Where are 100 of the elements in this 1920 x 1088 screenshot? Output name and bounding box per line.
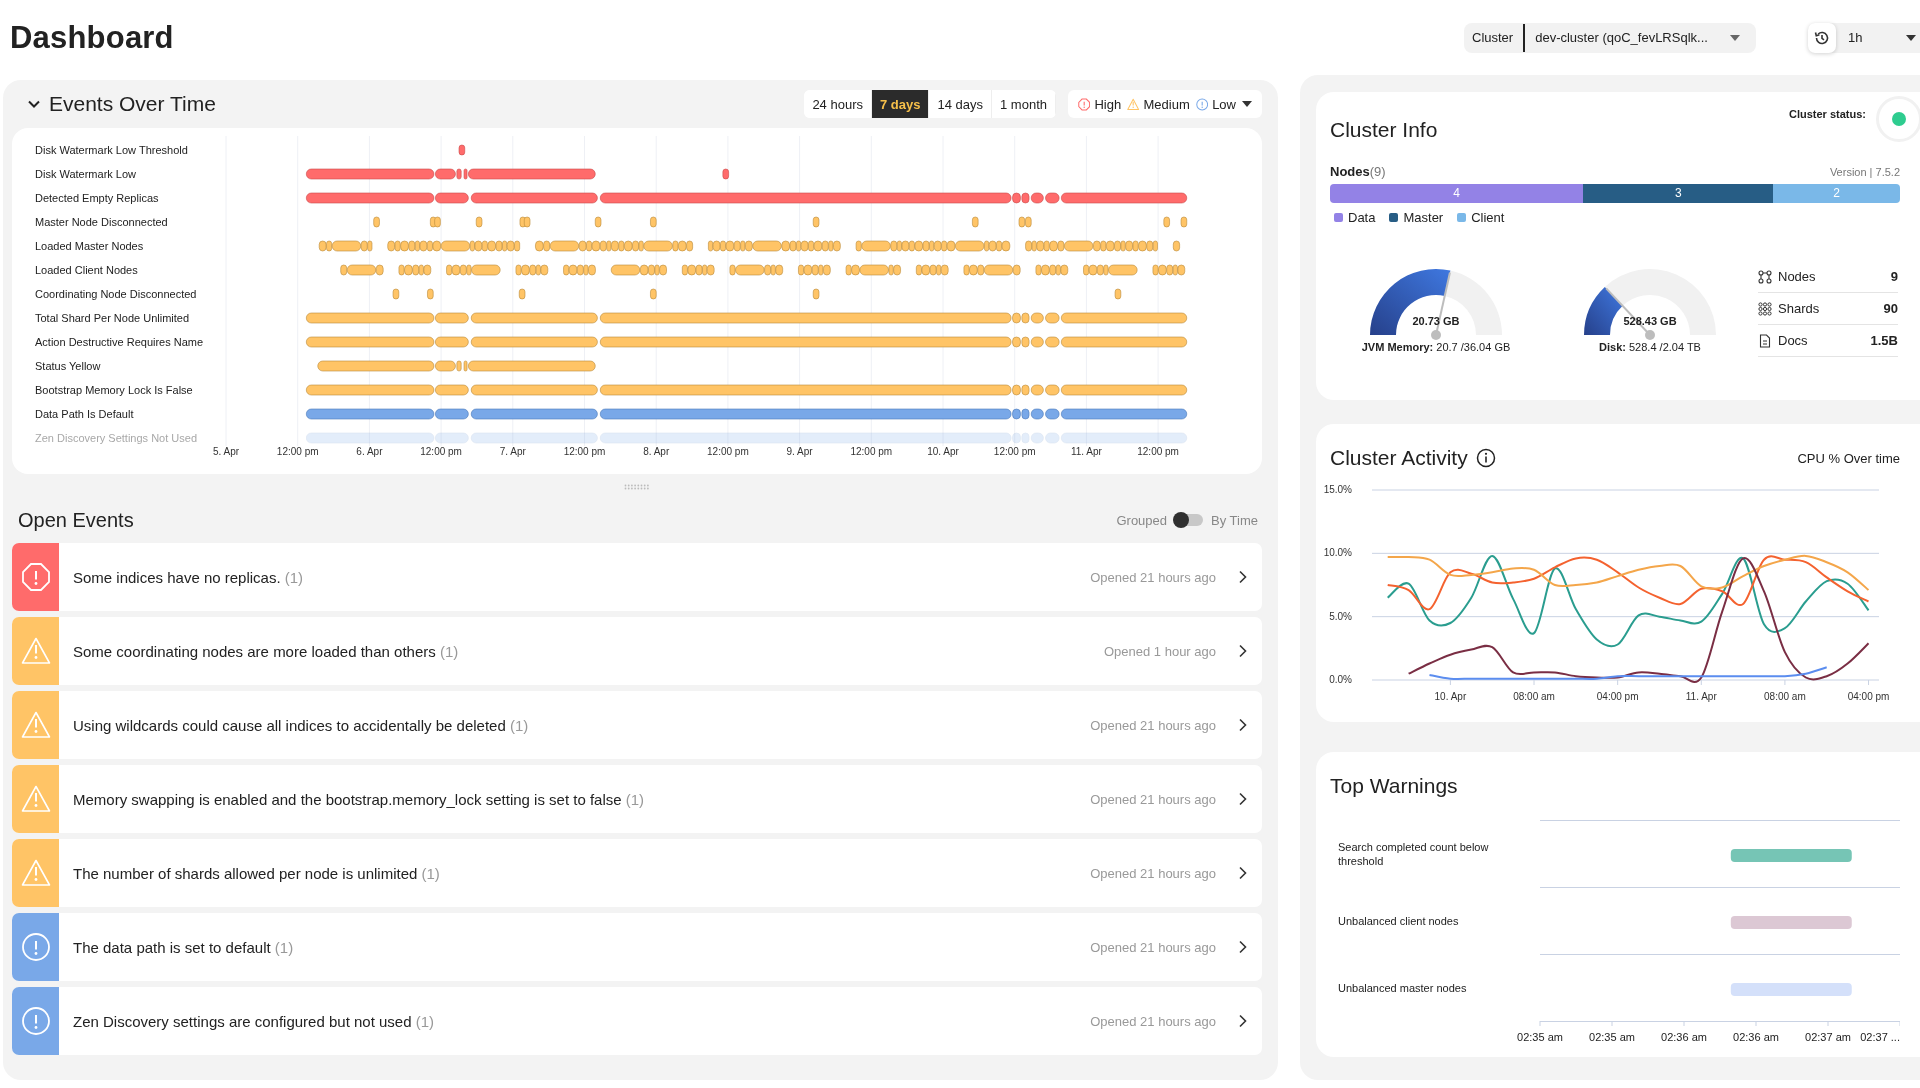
document-icon <box>1758 333 1772 348</box>
axis-label: 6. Apr <box>356 446 383 457</box>
chevron-right-icon[interactable] <box>1238 570 1248 584</box>
event-row[interactable]: Memory swapping is enabled and the bootstrap.memory_lock setting is set to false (1) Opened 21 hours ago <box>12 765 1262 833</box>
gauge-track <box>1444 270 1502 335</box>
octagon-alert-icon <box>1078 96 1091 112</box>
legend-label: Master <box>1403 210 1444 225</box>
node-bar-segment: 4 <box>1330 184 1584 203</box>
card-title: Cluster Info <box>1330 118 1439 142</box>
status-label: Cluster status: <box>1788 108 1866 120</box>
row-label: Zen Discovery Settings Not Used <box>35 431 197 446</box>
event-time: Opened 21 hours ago <box>1090 569 1216 585</box>
circle-alert-icon <box>20 932 51 962</box>
row-label: Bootstrap Memory Lock Is False <box>35 383 193 398</box>
gauge-caption: Disk: 528.4 /2.04 TB <box>1599 341 1701 353</box>
caret-icon[interactable] <box>1906 34 1916 41</box>
section-title: Events Over Time <box>49 92 216 116</box>
stat-value: 90 <box>1883 301 1898 316</box>
axis-label: 12:00 pm <box>850 446 893 457</box>
drag-handle-icon[interactable] <box>624 484 650 490</box>
nodes-icon <box>1758 269 1772 284</box>
triangle-alert-icon <box>1127 96 1140 112</box>
axis-label: 8. Apr <box>643 446 670 457</box>
event-row[interactable]: Some coordinating nodes are more loaded than others (1) Opened 1 hour ago <box>12 617 1262 685</box>
stat-value: 1.5B <box>1870 333 1898 348</box>
gauge-caption: JVM Memory: 20.7 /36.04 GB <box>1361 341 1511 353</box>
caret-icon[interactable] <box>1242 101 1252 107</box>
warning-label: Search completed count below threshold <box>1338 839 1490 869</box>
history-icon[interactable] <box>1808 22 1836 53</box>
axis-label: 5. Apr <box>212 446 240 457</box>
event-row[interactable]: Some indices have no replicas. (1) Opened 21 hours ago <box>12 543 1262 611</box>
grouping-toggle[interactable] <box>1175 514 1204 526</box>
triangle-alert-icon <box>20 784 51 814</box>
triangle-alert-icon <box>20 858 51 888</box>
axis-label: 08:00 am <box>1513 691 1555 702</box>
event-time: Opened 21 hours ago <box>1090 939 1216 955</box>
triangle-alert-icon <box>20 636 51 666</box>
circle-alert-icon <box>20 1006 51 1036</box>
octagon-alert-icon <box>20 562 51 592</box>
axis-label: 12:00 pm <box>993 446 1036 457</box>
stat-label: Docs <box>1778 333 1809 348</box>
chevron-right-icon[interactable] <box>1238 866 1248 880</box>
event-time: Opened 21 hours ago <box>1090 1013 1216 1029</box>
axis-label: 12:00 pm <box>420 446 462 457</box>
event-title: Memory swapping is enabled and the bootstrap.memory_lock setting is set to false (1) <box>73 790 645 808</box>
card-title: Top Warnings <box>1330 773 1459 798</box>
version-text: Version | 7.5.2 <box>1829 166 1900 178</box>
stat-label: Shards <box>1778 301 1821 316</box>
event-row[interactable]: The number of shards allowed per node is unlimited (1) Opened 21 hours ago <box>12 839 1262 907</box>
chevron-right-icon[interactable] <box>1238 792 1248 806</box>
event-title: Some coordinating nodes are more loaded than others (1) <box>73 642 459 660</box>
row-label: Coordinating Node Disconnected <box>35 287 197 302</box>
time-range-tab[interactable]: 7 days <box>872 90 930 118</box>
event-row[interactable]: The data path is set to default (1) Opened 21 hours ago <box>12 913 1262 981</box>
row-label: Action Destructive Requires Name <box>35 335 204 350</box>
axis-label: 12:00 pm <box>276 446 319 457</box>
section-title: Open Events <box>18 508 134 532</box>
gauge-reading: 528.43 GB <box>1623 315 1677 327</box>
severity-filter[interactable]: High Medium Low <box>1068 90 1262 118</box>
axis-label: 04:00 pm <box>1596 691 1639 702</box>
page-title: Dashboard <box>10 19 174 56</box>
warning-label: Unbalanced master nodes <box>1338 980 1468 996</box>
axis-label: 12:00 pm <box>707 446 749 457</box>
chevron-right-icon[interactable] <box>1238 644 1248 658</box>
event-title: Zen Discovery settings are configured but not used (1) <box>73 1012 435 1030</box>
row-label: Status Yellow <box>35 359 101 374</box>
node-bar-segment: 3 <box>1583 184 1774 203</box>
legend-label: Data <box>1348 210 1376 225</box>
legend-label: Client <box>1471 210 1505 225</box>
info-icon[interactable] <box>1475 448 1496 468</box>
row-label: Disk Watermark Low <box>35 167 137 182</box>
axis-label: 12:00 pm <box>1137 446 1179 457</box>
toggle-label: By Time <box>1211 512 1258 528</box>
event-time: Opened 21 hours ago <box>1090 717 1216 733</box>
chevron-right-icon[interactable] <box>1238 1014 1248 1028</box>
chart-subtitle: CPU % Over time <box>1797 450 1900 466</box>
axis-label: 7. Apr <box>499 446 526 457</box>
axis-label: 02:35 am <box>1517 1031 1563 1043</box>
event-title: The data path is set to default (1) <box>73 938 294 956</box>
event-time: Opened 21 hours ago <box>1090 865 1216 881</box>
event-row[interactable]: Zen Discovery settings are configured but not used (1) Opened 21 hours ago <box>12 987 1262 1055</box>
cluster-select[interactable]: Cluster dev-cluster (qoC_fevLRSqlk... <box>1464 22 1756 53</box>
axis-label: 10.0% <box>1323 547 1352 559</box>
chevron-right-icon[interactable] <box>1238 940 1248 954</box>
gauge-reading: 20.73 GB <box>1412 315 1460 327</box>
axis-label: 0.0% <box>1329 674 1352 685</box>
event-time: Opened 21 hours ago <box>1090 791 1216 807</box>
row-label: Total Shard Per Node Unlimited <box>35 311 190 326</box>
axis-label: 11. Apr <box>1070 446 1102 457</box>
axis-label: 04:00 pm <box>1847 691 1890 702</box>
row-label: Loaded Client Nodes <box>35 263 138 278</box>
toggle-label: Grouped <box>1116 512 1168 528</box>
event-row[interactable]: Using wildcards could cause all indices to accidentally be deleted (1) Opened 21 hours ago <box>12 691 1262 759</box>
axis-label: 15.0% <box>1323 484 1352 495</box>
axis-label: 08:00 am <box>1764 691 1806 702</box>
axis-label: 10. Apr <box>1434 691 1467 702</box>
axis-label: 02:36 am <box>1661 1031 1707 1043</box>
chevron-right-icon[interactable] <box>1238 718 1248 732</box>
row-label: Data Path Is Default <box>35 407 134 422</box>
axis-label: 11. Apr <box>1685 691 1717 702</box>
